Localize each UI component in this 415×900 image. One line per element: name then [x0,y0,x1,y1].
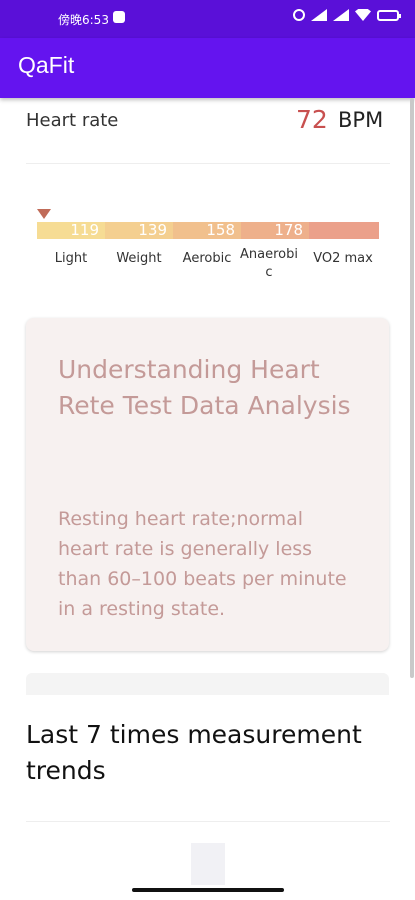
info-card: Understanding Heart Rete Test Data Analy… [26,318,389,651]
heart-rate-unit: BPM [338,108,384,132]
zone-segment-vo2max [309,222,379,239]
app-title: QaFit [18,52,75,78]
zone-indicator-icon [37,209,51,219]
divider [26,821,390,822]
info-card-body: Resting heart rate;normal heart rate is … [58,508,347,620]
alarm-icon [293,9,305,21]
trend-chart [191,843,225,885]
zone-label-light: Light [54,251,88,266]
signal-icon [333,9,349,21]
divider [26,163,390,164]
zone-label-vo2max: VO2 max [313,251,373,266]
zone-segment-weight: 139 [105,221,173,239]
zone-label-weight: Weight [116,251,162,266]
scrollbar[interactable] [410,98,414,678]
zone-label-aerobic: Aerobic [182,251,232,266]
battery-icon [377,9,401,21]
zone-threshold: 178 [274,221,303,239]
zone-label-anaerobic: Anaerobi c [240,247,298,280]
zone-segment-anaerobic: 178 [241,221,309,239]
wifi-icon [355,9,371,21]
status-icons [293,9,401,21]
heart-rate-label: Heart rate [26,110,119,131]
heart-rate-value: 72 [296,105,328,134]
zone-threshold: 119 [70,221,99,239]
heart-rate-zone-bar: 119 139 158 178 [37,221,379,239]
zone-threshold: 139 [138,221,167,239]
status-bar: 傍晚6:53 [0,0,415,38]
app-bar: QaFit [0,38,415,98]
placeholder-card [26,673,389,695]
info-card-title: Understanding Heart Rete Test Data Analy… [58,355,351,420]
notification-badge-icon [113,11,125,23]
home-indicator[interactable] [132,888,284,892]
zone-segment-light: 119 [37,221,105,239]
zone-threshold: 158 [206,221,235,239]
zone-segment-aerobic: 158 [173,221,241,239]
signal-icon [311,9,327,21]
status-time: 傍晚6:53 [58,13,109,27]
trends-title: Last 7 times measurement trends [26,720,362,785]
